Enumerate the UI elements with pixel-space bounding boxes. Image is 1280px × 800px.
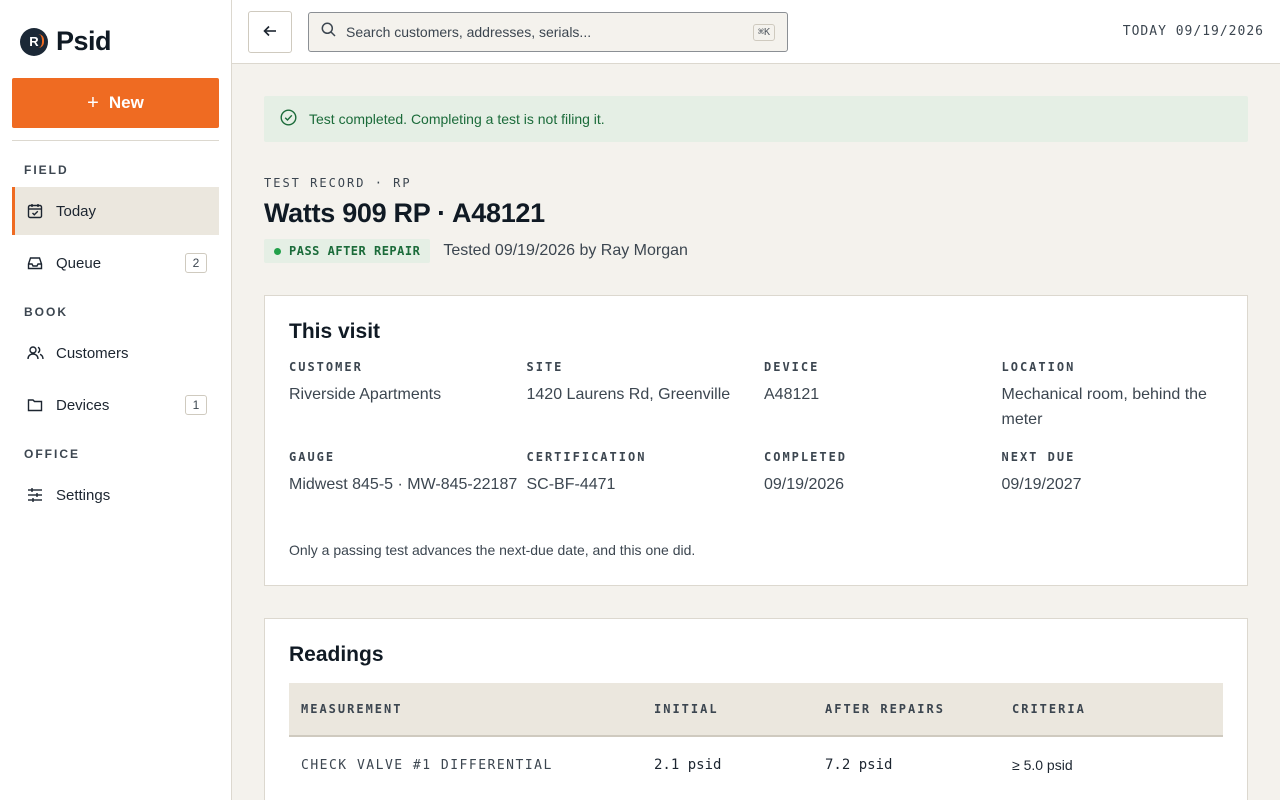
column-header-after-repairs[interactable]: AFTER REPAIRS xyxy=(825,702,1012,716)
field-device: DEVICE A48121 xyxy=(764,360,1002,432)
field-value: A48121 xyxy=(764,386,820,403)
table-row: CHECK VALVE #1 DIFFERENTIAL 2.1 psid 7.2… xyxy=(289,737,1223,793)
sidebar-item-today[interactable]: Today xyxy=(12,187,219,235)
users-icon xyxy=(26,344,44,362)
sidebar: R Psid + New FIELD Today Queue 2 BOOK Cu… xyxy=(0,0,232,800)
readings-card-title: Readings xyxy=(289,643,384,666)
search-input[interactable] xyxy=(346,24,743,40)
new-button[interactable]: + New xyxy=(12,78,219,128)
table-header: MEASUREMENT INITIAL AFTER REPAIRS CRITER… xyxy=(289,683,1223,737)
column-header-measurement[interactable]: MEASUREMENT xyxy=(301,702,654,716)
field-label: GAUGE xyxy=(289,450,336,464)
field-site: SITE 1420 Laurens Rd, Greenville xyxy=(527,360,765,432)
sidebar-item-queue[interactable]: Queue 2 xyxy=(12,239,219,287)
devices-count-badge: 1 xyxy=(185,395,207,415)
field-customer: CUSTOMER Riverside Apartments xyxy=(289,360,527,432)
check-circle-icon xyxy=(280,109,297,129)
visit-fields: CUSTOMER Riverside Apartments SITE 1420 … xyxy=(289,360,1223,497)
field-value: Mechanical room, behind the meter xyxy=(1001,386,1207,428)
inbox-icon xyxy=(26,254,44,272)
field-label: SITE xyxy=(526,360,564,374)
table-cell-after-repairs: 7.2 psid xyxy=(825,757,893,773)
today-date: TODAY 09/19/2026 xyxy=(1122,24,1264,39)
sidebar-item-devices[interactable]: Devices 1 xyxy=(12,381,219,429)
field-label: CERTIFICATION xyxy=(526,450,647,464)
field-value: SC-BF-4471 xyxy=(526,476,616,493)
sidebar-item-label: Today xyxy=(56,202,97,220)
sidebar-item-label: Queue xyxy=(56,254,102,272)
visit-note: Only a passing test advances the next-du… xyxy=(289,542,696,558)
field-certification: CERTIFICATION SC-BF-4471 xyxy=(527,450,765,497)
sidebar-item-customers[interactable]: Customers xyxy=(12,329,219,377)
plus-icon: + xyxy=(87,92,99,114)
table-cell-initial: 2.1 psid xyxy=(654,757,722,773)
field-value: Midwest 845-5 · MW-845-22187 xyxy=(289,476,518,493)
field-location: LOCATION Mechanical room, behind the met… xyxy=(1002,360,1223,432)
sidebar-section-office: OFFICE xyxy=(24,447,80,461)
table-cell-criteria: ≥ 5.0 psid xyxy=(1012,757,1073,773)
field-label: NEXT DUE xyxy=(1001,450,1076,464)
status-label: PASS AFTER REPAIR xyxy=(289,244,421,258)
main-content: Test completed. Completing a test is not… xyxy=(264,96,1248,800)
folder-icon xyxy=(26,396,44,414)
field-value: Riverside Apartments xyxy=(289,386,442,403)
field-label: COMPLETED xyxy=(764,450,848,464)
field-value: 09/19/2027 xyxy=(1001,476,1082,493)
new-button-label: New xyxy=(108,93,144,112)
arrow-left-icon xyxy=(263,24,277,41)
status-dot-icon xyxy=(274,247,281,255)
sidebar-item-settings[interactable]: Settings xyxy=(12,471,219,519)
record-eyebrow: TEST RECORD · RP xyxy=(264,176,412,190)
visit-card-title: This visit xyxy=(289,320,381,343)
sidebar-section-book: BOOK xyxy=(24,305,68,319)
status-row: PASS AFTER REPAIR Tested 09/19/2026 by R… xyxy=(264,239,1248,263)
tested-info: Tested 09/19/2026 by Ray Morgan xyxy=(443,242,688,259)
alert-message: Test completed. Completing a test is not… xyxy=(309,111,605,127)
sidebar-item-label: Settings xyxy=(56,486,111,504)
column-header-criteria[interactable]: CRITERIA xyxy=(1012,702,1235,716)
readings-card: Readings MEASUREMENT INITIAL AFTER REPAI… xyxy=(264,618,1248,800)
field-value: 09/19/2026 xyxy=(764,476,845,493)
column-header-initial[interactable]: INITIAL xyxy=(654,702,825,716)
success-alert: Test completed. Completing a test is not… xyxy=(264,96,1248,142)
field-gauge: GAUGE Midwest 845-5 · MW-845-22187 xyxy=(289,450,527,497)
table-cell-measurement: CHECK VALVE #1 DIFFERENTIAL xyxy=(301,757,553,773)
app-name: Psid xyxy=(56,26,112,56)
visit-card: This visit CUSTOMER Riverside Apartments… xyxy=(264,295,1248,586)
field-label: CUSTOMER xyxy=(289,360,363,374)
sliders-icon xyxy=(26,486,44,504)
sidebar-item-label: Customers xyxy=(56,344,129,362)
sidebar-divider xyxy=(12,140,219,141)
field-next-due: NEXT DUE 09/19/2027 xyxy=(1002,450,1223,497)
logo-mark-icon: R xyxy=(20,27,48,56)
search-icon xyxy=(321,22,336,42)
field-label: LOCATION xyxy=(1001,360,1076,374)
search-box[interactable]: ⌘K xyxy=(308,12,788,52)
back-button[interactable] xyxy=(248,11,292,53)
top-bar: ⌘K TODAY 09/19/2026 xyxy=(232,0,1280,64)
sidebar-section-field: FIELD xyxy=(24,163,69,177)
readings-table: MEASUREMENT INITIAL AFTER REPAIRS CRITER… xyxy=(289,683,1223,793)
search-shortcut-hint: ⌘K xyxy=(752,23,775,41)
field-completed: COMPLETED 09/19/2026 xyxy=(764,450,1002,497)
queue-count-badge: 2 xyxy=(185,253,207,273)
page-title: Watts 909 RP · A48121 xyxy=(264,198,545,228)
app-logo[interactable]: R Psid xyxy=(20,26,112,57)
status-badge: PASS AFTER REPAIR xyxy=(264,239,431,263)
field-label: DEVICE xyxy=(764,360,820,374)
sidebar-item-label: Devices xyxy=(56,396,110,414)
calendar-check-icon xyxy=(26,202,44,220)
field-value: 1420 Laurens Rd, Greenville xyxy=(526,386,731,403)
